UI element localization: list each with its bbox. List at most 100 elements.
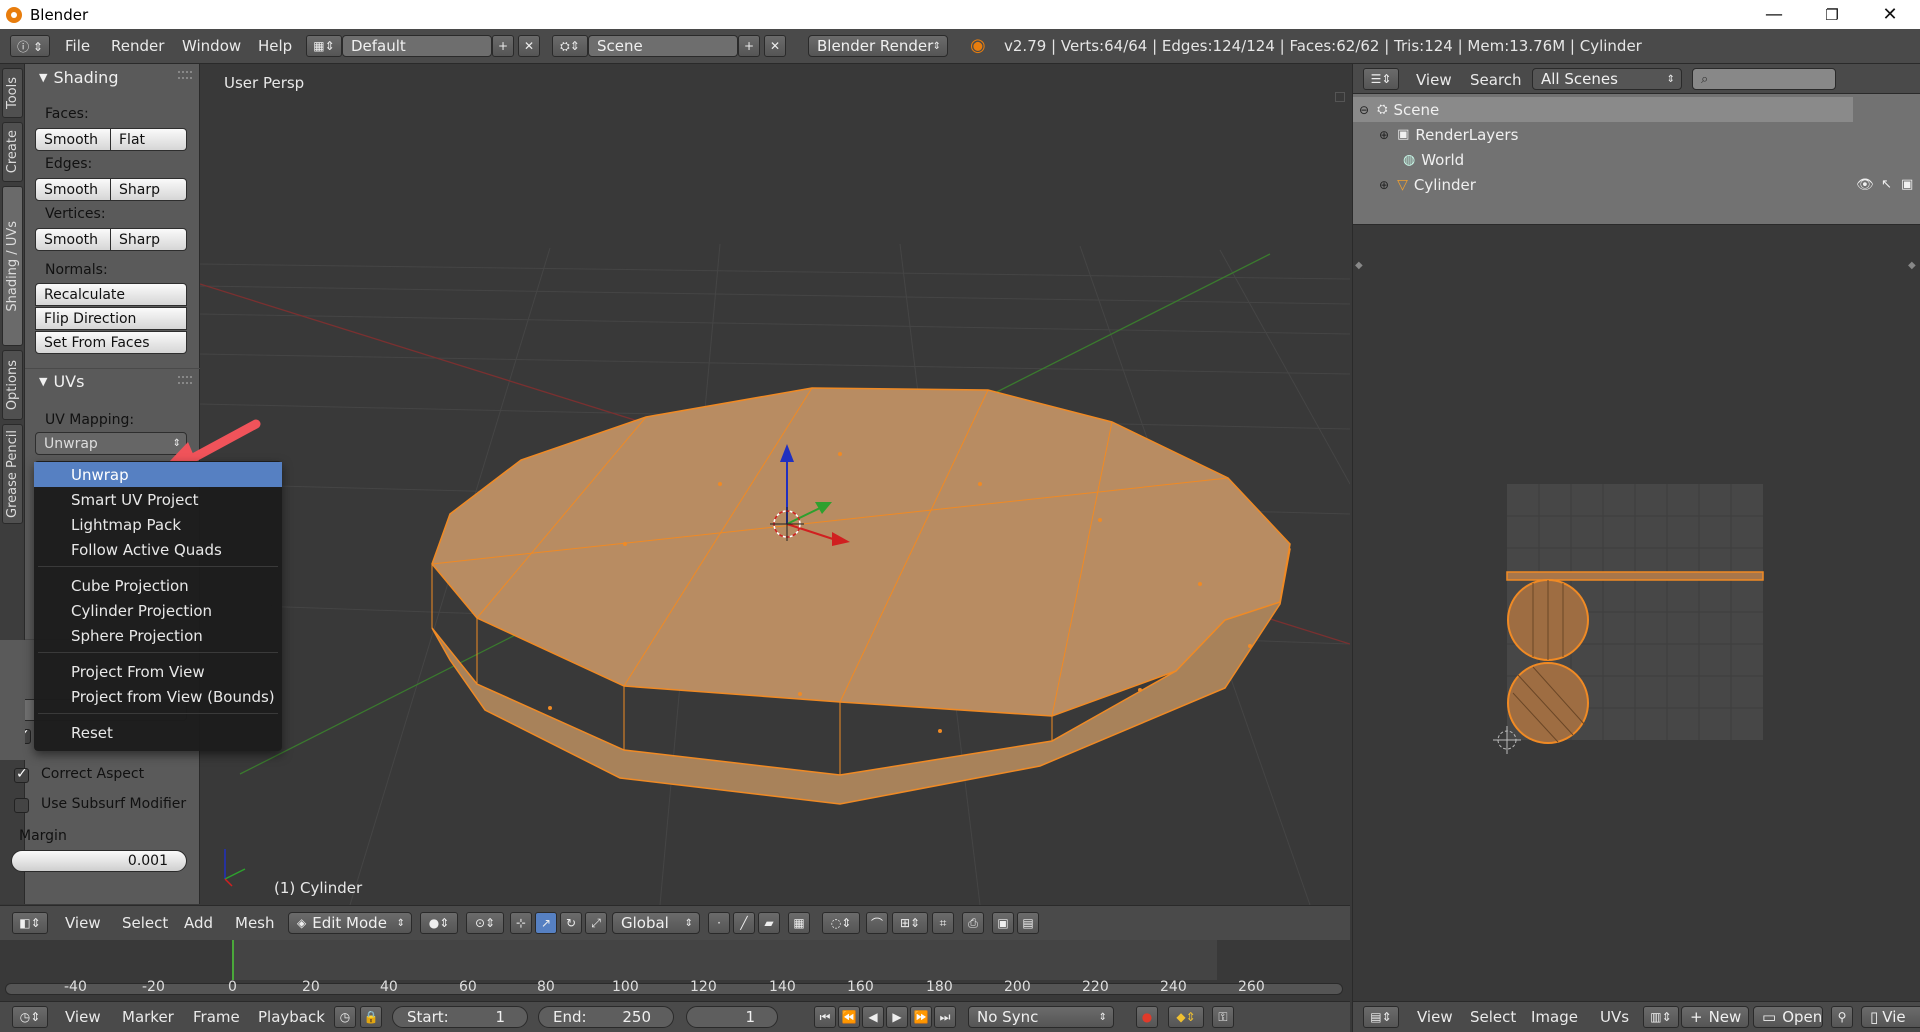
viewport-menu-view[interactable]: View	[65, 914, 101, 932]
menu-item-unwrap[interactable]: Unwrap	[34, 462, 282, 487]
outliner-row-scene[interactable]: ⊖ ⛭ Scene	[1353, 97, 1853, 122]
play-reverse-icon[interactable]: ◀	[862, 1006, 884, 1028]
preview-range-icon[interactable]: ◷	[334, 1006, 356, 1028]
expand-icon[interactable]: ⊕	[1379, 178, 1389, 192]
panel-grip-icon[interactable]	[178, 71, 192, 79]
remove-screen-icon[interactable]: ✕	[518, 35, 540, 57]
editor-type-uv-icon[interactable]: ▤⇕	[1363, 1006, 1399, 1028]
tab-grease-pencil[interactable]: Grease Pencil	[2, 424, 23, 524]
screen-layout-icon[interactable]: ▦⇕	[306, 35, 342, 57]
viewport-menu-mesh[interactable]: Mesh	[235, 914, 275, 932]
proportional-editing-icon[interactable]: ◌⇕	[822, 912, 860, 934]
timeline-menu-frame[interactable]: Frame	[193, 1008, 240, 1026]
editor-type-info-icon[interactable]: ⓘ ⇕	[10, 35, 50, 57]
menu-item-reset[interactable]: Reset	[34, 720, 282, 745]
tab-shading-uvs[interactable]: Shading / UVs	[2, 186, 23, 346]
editor-type-3d-icon[interactable]: ◧⇕	[12, 912, 48, 934]
jump-keyframe-forward-icon[interactable]: ⏩	[910, 1006, 932, 1028]
render-animation-icon[interactable]: ▤	[1017, 912, 1039, 934]
lock-range-icon[interactable]: 🔒	[360, 1006, 382, 1028]
close-button[interactable]: ✕	[1861, 0, 1919, 29]
uv-menu-select[interactable]: Select	[1470, 1008, 1516, 1026]
panel-grip-icon[interactable]	[178, 376, 192, 384]
remove-scene-icon[interactable]: ✕	[764, 35, 786, 57]
3d-viewport[interactable]: User Persp (1) Cylinder	[200, 64, 1350, 905]
uv-canvas[interactable]	[1353, 225, 1920, 1002]
viewport-shading-icon[interactable]: ●⇕	[420, 912, 458, 934]
snap-target-icon[interactable]: ⌗	[932, 912, 954, 934]
opengl-render-icon[interactable]: ⎙	[962, 912, 984, 934]
menu-file[interactable]: File	[65, 37, 90, 55]
vertices-smooth-button[interactable]: Smooth	[35, 228, 111, 251]
menu-item-project-from-view[interactable]: Project From View	[34, 659, 282, 684]
uv-mapping-menu[interactable]: Unwrap Smart UV Project Lightmap Pack Fo…	[34, 461, 282, 751]
menu-item-sphere-projection[interactable]: Sphere Projection	[34, 623, 282, 648]
tab-tools[interactable]: Tools	[2, 68, 23, 118]
uv-menu-uvs[interactable]: UVs	[1600, 1008, 1629, 1026]
keyframe-tool-icon[interactable]: ⚿	[1212, 1006, 1234, 1028]
occlude-geometry-icon[interactable]: ▦	[788, 912, 810, 934]
vertex-select-icon[interactable]: ·	[708, 912, 730, 934]
viewport-menu-add[interactable]: Add	[184, 914, 213, 932]
viewport-menu-select[interactable]: Select	[122, 914, 168, 932]
add-screen-icon[interactable]: +	[492, 35, 514, 57]
tab-create[interactable]: Create	[2, 122, 23, 182]
menu-item-project-from-view-bounds[interactable]: Project from View (Bounds)	[34, 684, 282, 709]
flip-direction-button[interactable]: Flip Direction	[35, 307, 187, 330]
selectable-cursor-icon[interactable]: ↖	[1881, 177, 1892, 192]
uv-image-editor[interactable]: ◆ ◆	[1352, 224, 1920, 1001]
faces-smooth-button[interactable]: Smooth	[35, 128, 111, 151]
region-toggle-left[interactable]: ◆	[1355, 260, 1363, 271]
timeline-menu-view[interactable]: View	[65, 1008, 101, 1026]
start-frame-field[interactable]: Start: 1	[392, 1006, 528, 1028]
menu-item-cube-projection[interactable]: Cube Projection	[34, 573, 282, 598]
uvs-panel-header[interactable]: ▼ UVs	[25, 368, 200, 394]
interaction-mode-select[interactable]: ◈ Edit Mode ⇕	[288, 912, 412, 934]
menu-window[interactable]: Window	[182, 37, 241, 55]
snap-element-icon[interactable]: ⊞⇕	[892, 912, 928, 934]
menu-item-follow-active-quads[interactable]: Follow Active Quads	[34, 537, 282, 562]
keying-set-icon[interactable]: ◆⇕	[1168, 1006, 1204, 1028]
view-mode-select[interactable]: ▯ Vie	[1861, 1006, 1920, 1028]
render-image-icon[interactable]: ▣	[992, 912, 1014, 934]
menu-item-smart-uv-project[interactable]: Smart UV Project	[34, 487, 282, 512]
menu-item-lightmap-pack[interactable]: Lightmap Pack	[34, 512, 282, 537]
timeline-menu-marker[interactable]: Marker	[122, 1008, 174, 1026]
outliner-menu-search[interactable]: Search	[1470, 71, 1522, 89]
shading-panel-header[interactable]: ▼ Shading	[25, 64, 200, 90]
render-engine-select[interactable]: Blender Render ⇕	[808, 35, 948, 57]
set-from-faces-button[interactable]: Set From Faces	[35, 331, 187, 354]
snap-toggle-icon[interactable]: ⌒	[866, 912, 888, 934]
outliner-editor-icon[interactable]: ☰⇕	[1363, 68, 1399, 90]
jump-start-icon[interactable]: ⏮	[814, 1006, 836, 1028]
end-frame-field[interactable]: End: 250	[538, 1006, 674, 1028]
current-frame-indicator[interactable]	[232, 940, 234, 980]
screen-layout-field[interactable]: Default	[342, 35, 492, 57]
jump-keyframe-back-icon[interactable]: ⏪	[838, 1006, 860, 1028]
outliner-row-world[interactable]: ◍ World	[1353, 147, 1920, 172]
faces-flat-button[interactable]: Flat	[111, 128, 187, 151]
maximize-button[interactable]: ❐	[1803, 0, 1861, 29]
pivot-point-icon[interactable]: ⊙⇕	[466, 912, 504, 934]
rotate-manipulator-icon[interactable]: ↻	[560, 912, 582, 934]
face-select-icon[interactable]: ▰	[758, 912, 780, 934]
open-image-button[interactable]: ▭ Open	[1753, 1006, 1823, 1028]
region-toggle-right[interactable]: ◆	[1908, 260, 1916, 271]
menu-item-cylinder-projection[interactable]: Cylinder Projection	[34, 598, 282, 623]
timeline[interactable]: -40 -20 0 20 40 60 80 100 120 140 160 18…	[0, 940, 1350, 1001]
scene-icon[interactable]: ⛭⇕	[552, 35, 588, 57]
transform-orientation-select[interactable]: Global ⇕	[612, 912, 700, 934]
scene-field[interactable]: Scene	[588, 35, 738, 57]
browse-image-icon[interactable]: ▥⇕	[1643, 1006, 1679, 1028]
minimize-button[interactable]: —	[1745, 0, 1803, 29]
edge-select-icon[interactable]: ╱	[733, 912, 755, 934]
jump-end-icon[interactable]: ⏭	[934, 1006, 956, 1028]
record-icon[interactable]: ●	[1136, 1006, 1158, 1028]
play-icon[interactable]: ▶	[886, 1006, 908, 1028]
vertices-sharp-button[interactable]: Sharp	[111, 228, 187, 251]
menu-help[interactable]: Help	[258, 37, 292, 55]
tab-options[interactable]: Options	[2, 350, 23, 420]
render-camera-icon[interactable]: ▣	[1901, 177, 1913, 192]
uv-mapping-select[interactable]: Unwrap ⇕	[35, 432, 187, 455]
outliner-row-renderlayers[interactable]: ⊕ ▣ RenderLayers	[1353, 122, 1920, 147]
